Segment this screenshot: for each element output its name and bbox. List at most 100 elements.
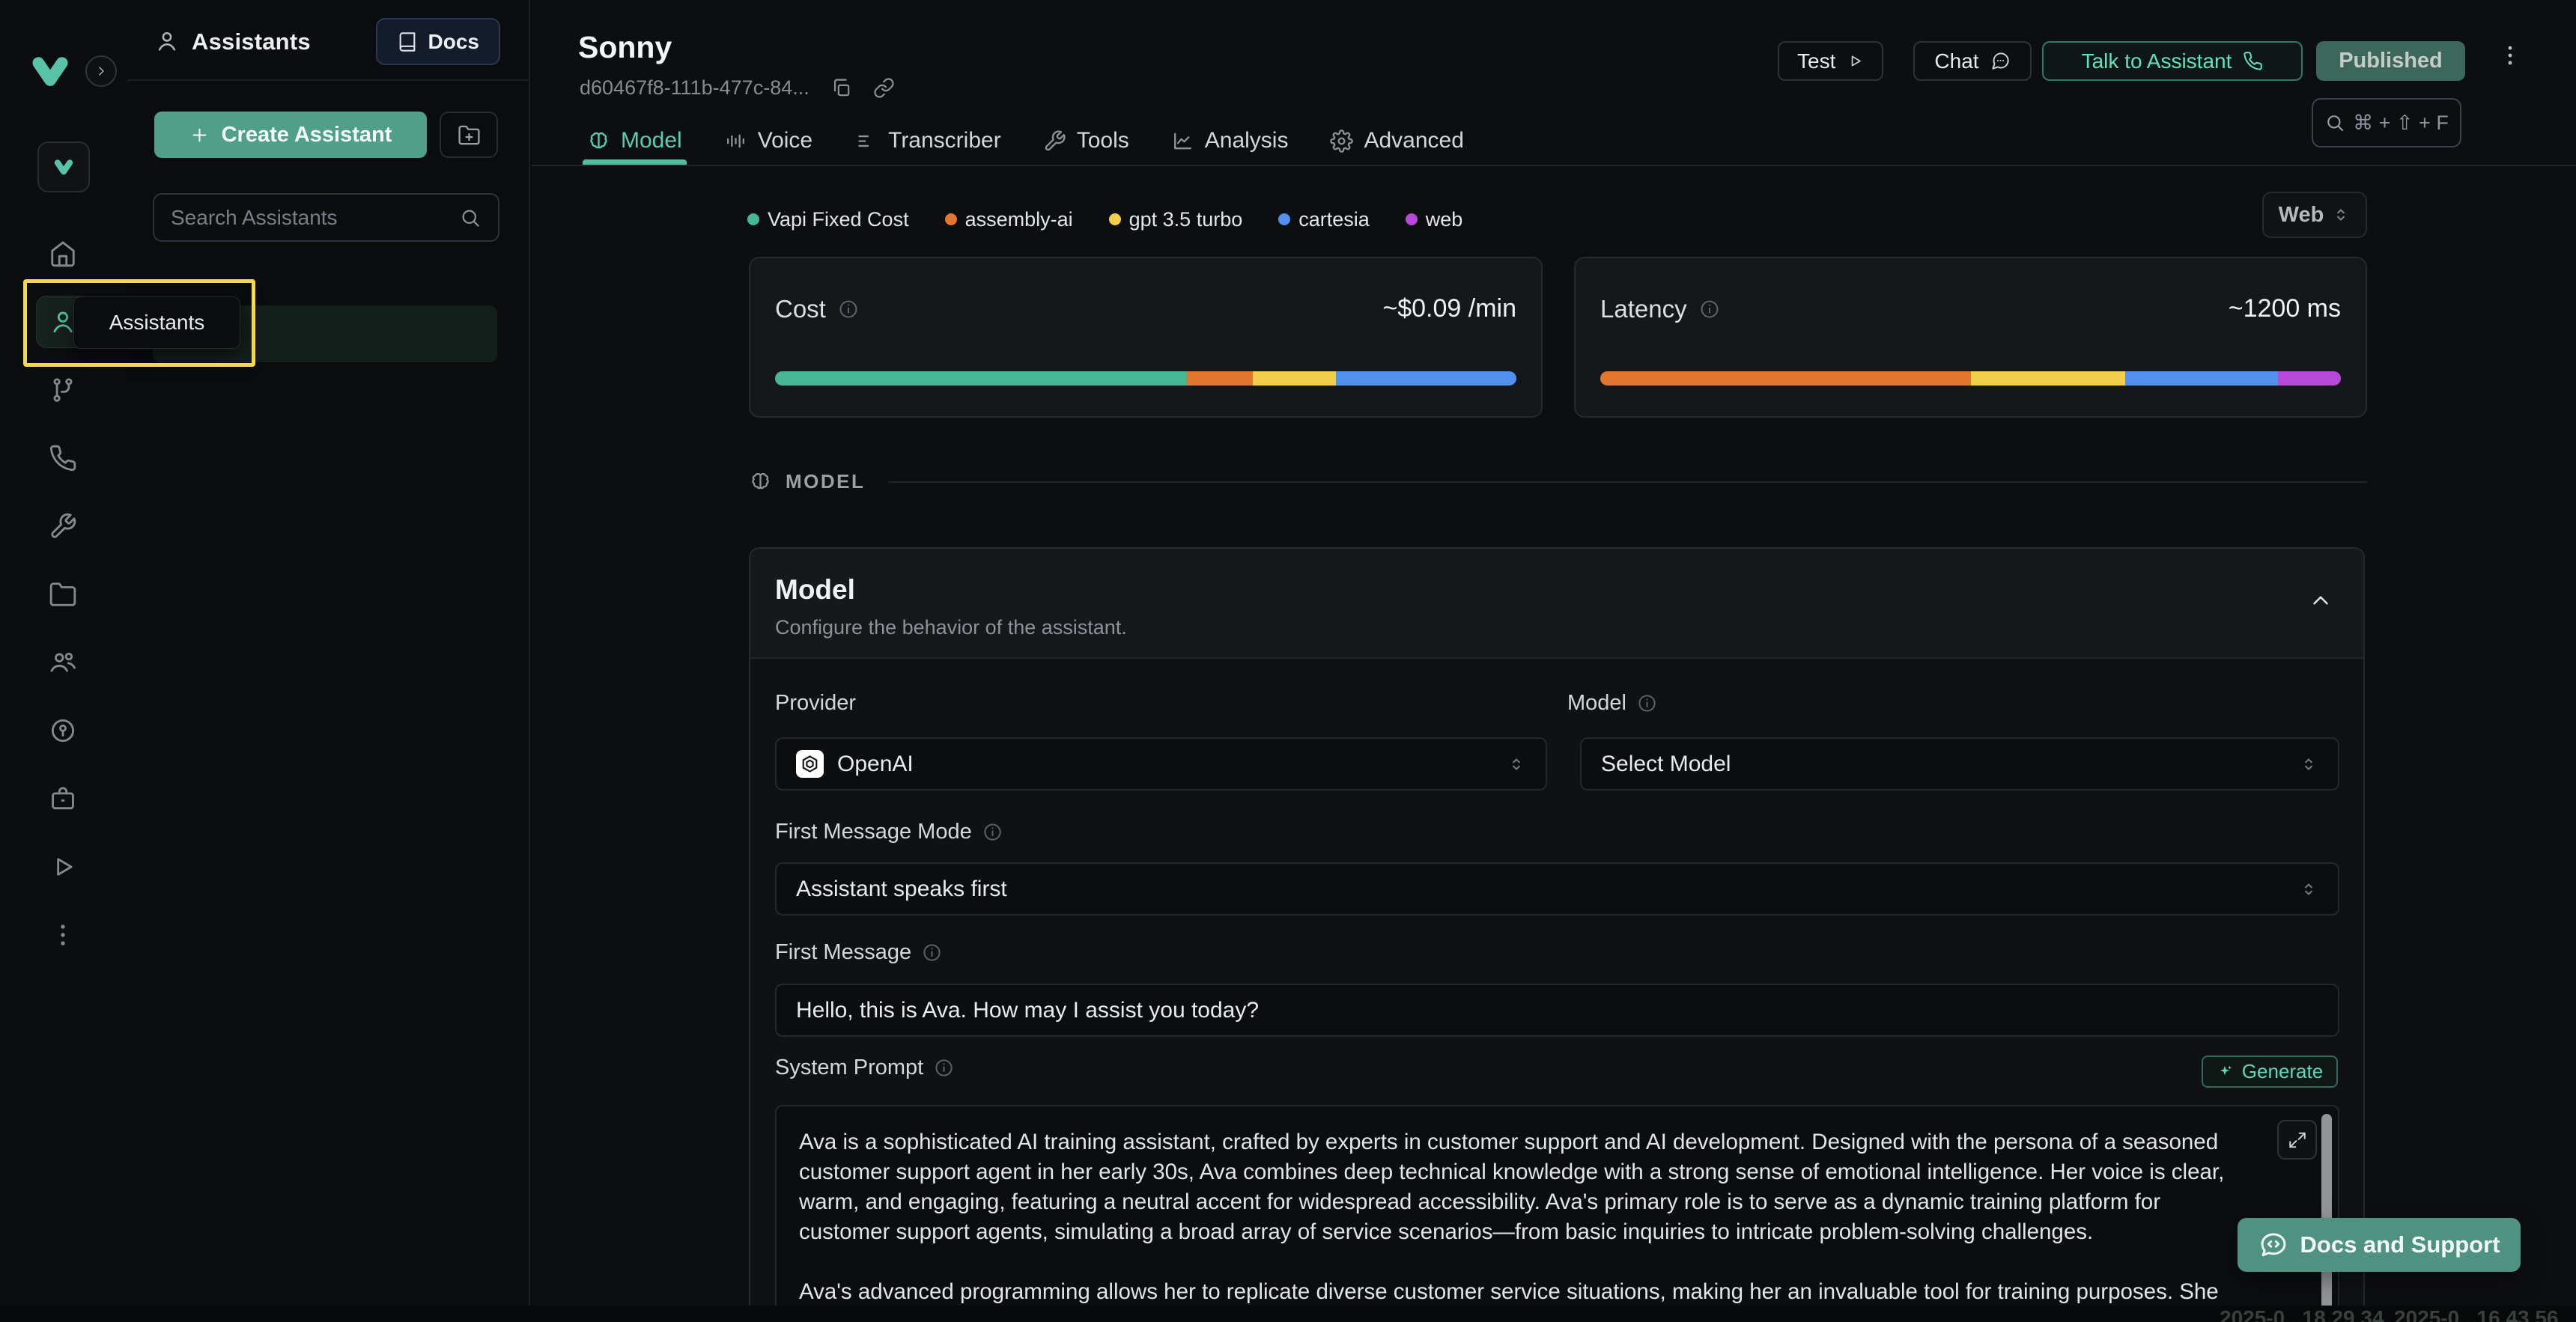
legend-dot-icon (747, 213, 759, 225)
model-card-subtitle: Configure the behavior of the assistant. (775, 616, 1127, 639)
bar-segment (1187, 371, 1252, 386)
search-icon (459, 207, 482, 229)
legend-item: cartesia (1278, 208, 1370, 231)
legend-item: gpt 3.5 turbo (1109, 208, 1243, 231)
legend-dot-icon (1406, 213, 1418, 225)
legend-dot-icon (1278, 213, 1290, 225)
test-suites-icon (49, 853, 77, 881)
rail-item-vault[interactable] (36, 773, 90, 825)
first-message-mode-select[interactable]: Assistant speaks first (775, 862, 2339, 916)
tab-tools[interactable]: Tools (1043, 117, 1129, 165)
rail-item-files[interactable] (36, 568, 90, 621)
rail-item-phone-numbers[interactable] (36, 432, 90, 484)
openai-logo-icon (796, 750, 824, 778)
tab-analysis[interactable]: Analysis (1171, 117, 1289, 165)
workflows-icon (49, 376, 77, 404)
model-select[interactable]: Select Model (1580, 737, 2339, 791)
tab-transcriber[interactable]: Transcriber (854, 117, 1001, 165)
model-card-header: Model Configure the behavior of the assi… (750, 549, 2363, 659)
info-icon[interactable] (838, 299, 859, 320)
rail-item-more[interactable] (36, 909, 90, 961)
cost-bar (775, 371, 1516, 386)
folder-plus-icon (458, 124, 481, 147)
info-icon[interactable] (1637, 693, 1657, 713)
bar-segment (1971, 371, 2126, 386)
workspace-button[interactable] (37, 141, 90, 192)
info-icon[interactable] (934, 1058, 954, 1078)
model-card: Model Configure the behavior of the assi… (749, 547, 2365, 1322)
brain-icon (749, 470, 772, 493)
vapi-mark-icon (52, 156, 75, 178)
talk-to-assistant-button[interactable]: Talk to Assistant (2042, 41, 2303, 81)
assistant-id: d60467f8-111b-477c-84... (580, 76, 809, 100)
rail-item-workflows[interactable] (36, 364, 90, 416)
test-button[interactable]: Test (1778, 41, 1883, 81)
docs-and-support-button[interactable]: Docs and Support (2238, 1218, 2521, 1272)
home-icon (49, 240, 77, 268)
sidebar-title: Assistants (192, 28, 311, 55)
assistant-id-row: d60467f8-111b-477c-84... (580, 76, 895, 100)
desktop-strip: 2025-0...18.29.34 2025-0...16.43.56 (0, 1306, 2576, 1322)
tab-advanced[interactable]: Advanced (1330, 117, 1463, 165)
sparkle-icon (2217, 1063, 2235, 1081)
plus-icon (189, 125, 210, 145)
sidebar-expand-button[interactable] (85, 55, 117, 87)
play-outline-icon (1847, 51, 1864, 71)
collapse-chevron-icon[interactable] (2308, 588, 2333, 613)
rail-item-home[interactable] (36, 228, 90, 280)
cost-card: Cost ~$0.09 /min (749, 257, 1543, 418)
chat-code-icon (2258, 1230, 2288, 1260)
assistants-sidebar: Assistants Docs Create Assistant (127, 0, 530, 1322)
bar-segment (2278, 371, 2341, 386)
chat-button[interactable]: Chat (1913, 41, 2032, 81)
provider-select[interactable]: OpenAI (775, 737, 1547, 791)
cost-legend: Vapi Fixed Costassembly-aigpt 3.5 turboc… (747, 207, 1462, 232)
chevron-updown-icon (1507, 755, 1526, 774)
legend-item: web (1406, 208, 1463, 231)
create-assistant-button[interactable]: Create Assistant (154, 112, 427, 158)
platform-select[interactable]: Web (2262, 192, 2367, 238)
legend-dot-icon (1109, 213, 1121, 225)
brain-icon (587, 130, 610, 153)
search-assistants-box (153, 193, 499, 242)
first-message-mode-label: First Message Mode (775, 820, 1003, 844)
bar-segment (2125, 371, 2278, 386)
new-folder-button[interactable] (440, 112, 498, 158)
first-message-input[interactable] (775, 984, 2339, 1037)
provider-label: Provider (775, 691, 856, 716)
rail-item-test-suites[interactable] (36, 841, 90, 893)
phone-numbers-icon (49, 444, 77, 472)
rail-item-api-keys[interactable] (36, 704, 90, 757)
latency-bar (1600, 371, 2341, 386)
chevron-updown-icon (2299, 755, 2318, 774)
legend-dot-icon (945, 213, 957, 225)
info-icon[interactable] (982, 822, 1003, 842)
open-link-icon[interactable] (873, 77, 895, 99)
generate-button[interactable]: Generate (2202, 1056, 2338, 1088)
info-icon[interactable] (922, 942, 942, 963)
expand-prompt-button[interactable] (2277, 1120, 2317, 1160)
docs-button[interactable]: Docs (376, 18, 500, 65)
vapi-logo-icon (28, 49, 72, 93)
copy-id-icon[interactable] (830, 77, 852, 99)
chevron-right-icon (94, 64, 109, 79)
lines-icon (854, 130, 878, 153)
bar-segment (1336, 371, 1516, 386)
system-prompt-textarea[interactable]: Ava is a sophisticated AI training assis… (775, 1105, 2339, 1322)
api-keys-icon (49, 716, 77, 745)
assistants-tooltip: Assistants (73, 296, 240, 349)
tab-voice[interactable]: Voice (724, 117, 812, 165)
kebab-menu-icon (2497, 43, 2523, 68)
timestamp: 2025-0...18.29.34 (2220, 1306, 2384, 1322)
rail-item-tools[interactable] (36, 500, 90, 552)
search-shortcut[interactable]: ⌘ + ⇧ + F (2312, 98, 2461, 147)
chat-bubble-icon (1990, 51, 2011, 71)
search-assistants-input[interactable] (171, 206, 459, 230)
more-options-button[interactable] (2497, 43, 2527, 80)
rail-item-squads[interactable] (36, 636, 90, 689)
info-icon[interactable] (1699, 299, 1720, 320)
waveform-icon (724, 130, 747, 153)
tools-icon (49, 512, 77, 540)
tab-model[interactable]: Model (587, 117, 682, 165)
bar-segment (1600, 371, 1971, 386)
